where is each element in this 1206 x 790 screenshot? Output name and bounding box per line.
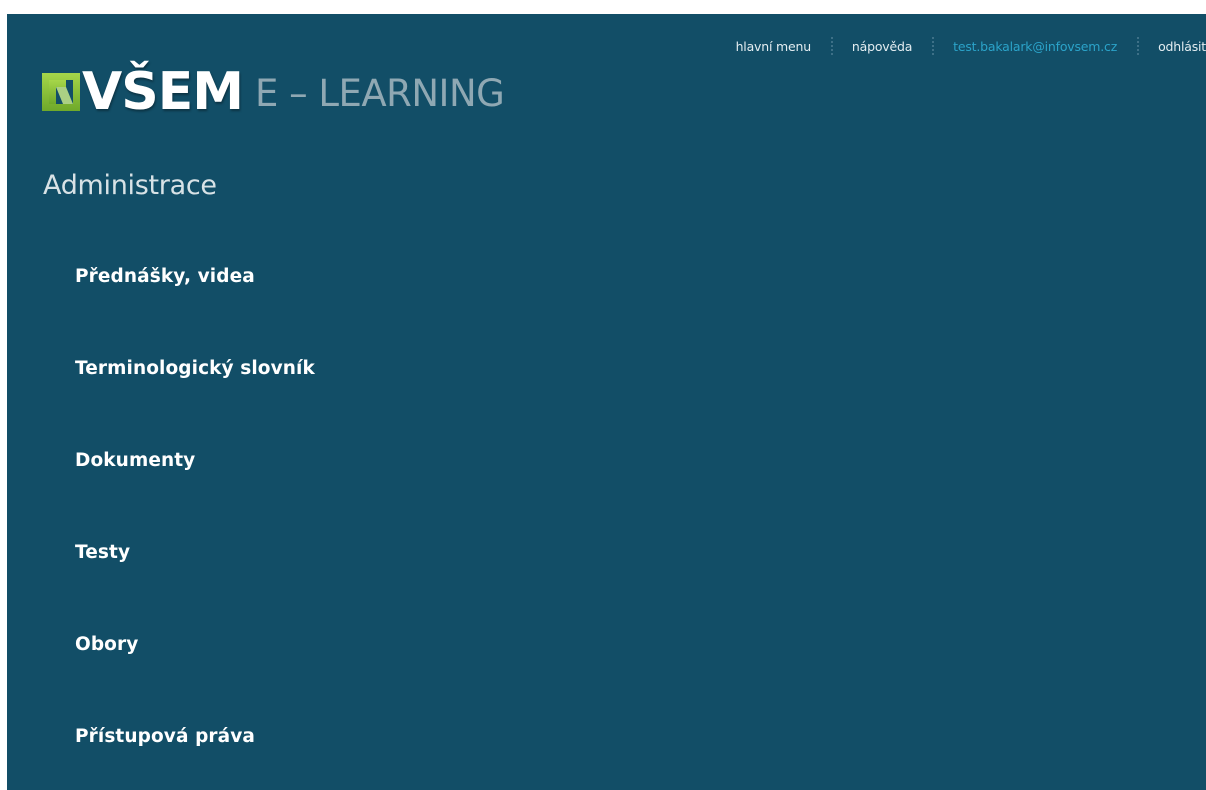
- admin-menu: Přednášky, videa Terminologický slovník …: [7, 234, 1206, 786]
- nav-separator: [830, 37, 833, 55]
- fields-link[interactable]: Obory: [75, 634, 138, 655]
- main-menu-link[interactable]: hlavní menu: [736, 39, 812, 54]
- admin-menu-item: Přednášky, videa: [7, 234, 1206, 326]
- admin-menu-item: Obory: [7, 602, 1206, 694]
- admin-menu-item: Terminologický slovník: [7, 326, 1206, 418]
- nav-separator: [1137, 37, 1140, 55]
- admin-menu-item: Přístupová práva: [7, 694, 1206, 786]
- lectures-videos-link[interactable]: Přednášky, videa: [75, 266, 255, 287]
- logo-brand-text: VŠEM: [82, 62, 244, 122]
- user-email-link[interactable]: test.bakalark@infovsem.cz: [953, 39, 1117, 54]
- admin-menu-item: Testy: [7, 510, 1206, 602]
- page-title: Administrace: [43, 170, 217, 201]
- top-navigation: hlavní menu nápověda test.bakalark@infov…: [607, 36, 1206, 56]
- access-rights-link[interactable]: Přístupová práva: [75, 726, 255, 747]
- logo-subtitle-text: E – LEARNING: [254, 72, 505, 115]
- page-frame: hlavní menu nápověda test.bakalark@infov…: [7, 14, 1206, 790]
- site-logo[interactable]: VŠEM E – LEARNING: [42, 58, 505, 122]
- documents-link[interactable]: Dokumenty: [75, 450, 195, 471]
- tests-link[interactable]: Testy: [75, 542, 130, 563]
- glossary-link[interactable]: Terminologický slovník: [75, 358, 315, 379]
- nav-separator: [932, 37, 935, 55]
- logout-link[interactable]: odhlásit: [1158, 39, 1206, 54]
- admin-menu-item: Dokumenty: [7, 418, 1206, 510]
- logo-mark-icon: [42, 73, 80, 111]
- help-link[interactable]: nápověda: [852, 39, 912, 54]
